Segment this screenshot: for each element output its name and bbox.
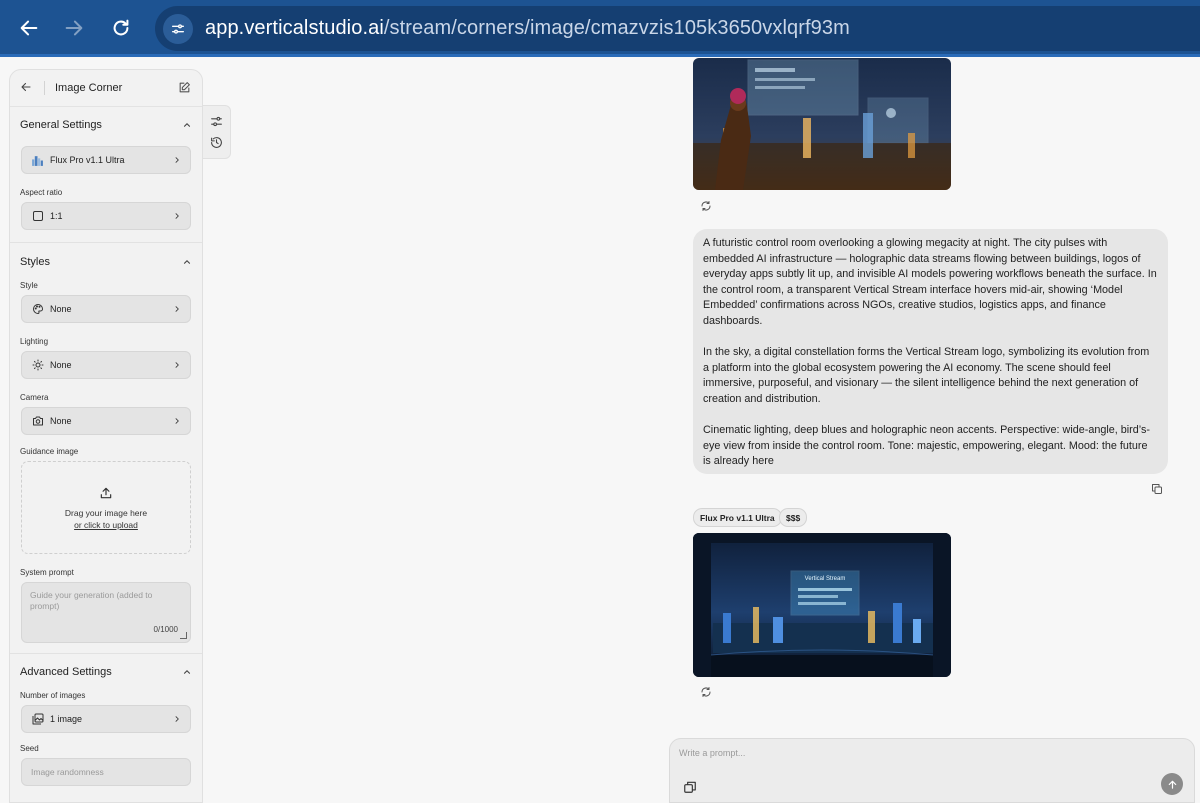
style-value: None xyxy=(50,304,72,314)
styles-toggle[interactable]: Styles xyxy=(10,245,202,279)
advanced-settings-heading: Advanced Settings xyxy=(20,666,112,678)
generated-image-1[interactable] xyxy=(693,58,951,190)
user-message: A futuristic control room overlooking a … xyxy=(693,229,1168,474)
palette-icon xyxy=(31,303,44,316)
number-of-images-select[interactable]: 1 image xyxy=(21,705,191,733)
seed-placeholder: Image randomness xyxy=(31,767,104,777)
resize-handle-icon[interactable] xyxy=(180,632,187,639)
upload-instructions: Drag your image here xyxy=(64,507,148,518)
message-paragraph: In the sky, a digital constellation form… xyxy=(703,346,1150,405)
lighting-value: None xyxy=(50,360,72,370)
seed-input[interactable]: Image randomness xyxy=(21,758,191,786)
message-paragraph: Cinematic lighting, deep blues and holog… xyxy=(703,424,1150,468)
side-toolbar xyxy=(203,105,231,159)
prompt-composer[interactable]: Write a prompt... xyxy=(669,738,1195,803)
edit-icon[interactable] xyxy=(178,81,192,95)
upload-link[interactable]: or click to upload xyxy=(74,520,138,530)
address-bar[interactable]: app.verticalstudio.ai/stream/corners/ima… xyxy=(155,6,1200,51)
chevron-right-icon xyxy=(175,213,179,219)
chevron-right-icon xyxy=(175,362,179,368)
character-count: 0/1000 xyxy=(153,625,178,635)
guidance-image-label: Guidance image xyxy=(20,447,79,456)
images-icon xyxy=(31,713,44,726)
forward-arrow-icon[interactable] xyxy=(58,12,90,44)
back-arrow-icon[interactable] xyxy=(13,12,45,44)
general-settings-heading: General Settings xyxy=(20,119,102,131)
aspect-ratio-select[interactable]: 1:1 xyxy=(21,202,191,230)
guidance-image-dropzone[interactable]: Drag your image here or click to upload xyxy=(21,461,191,554)
browser-toolbar: app.verticalstudio.ai/stream/corners/ima… xyxy=(0,0,1200,57)
system-prompt-placeholder: Guide your generation (added to prompt) xyxy=(30,590,153,612)
history-icon[interactable] xyxy=(210,136,223,149)
seed-label: Seed xyxy=(20,744,39,753)
style-label: Style xyxy=(20,281,38,290)
style-select[interactable]: None xyxy=(21,295,191,323)
chevron-right-icon xyxy=(175,306,179,312)
upload-icon xyxy=(100,487,112,498)
camera-select[interactable]: None xyxy=(21,407,191,435)
styles-heading: Styles xyxy=(20,256,50,268)
sidebar-header: Image Corner xyxy=(10,70,202,107)
camera-icon xyxy=(31,415,44,428)
number-of-images-label: Number of images xyxy=(20,691,86,700)
advanced-settings-toggle[interactable]: Advanced Settings xyxy=(10,655,202,689)
prompt-placeholder: Write a prompt... xyxy=(679,748,746,758)
sun-icon xyxy=(31,359,44,372)
model-select[interactable]: Flux Pro v1.1 Ultra xyxy=(21,146,191,174)
corner-title: Image Corner xyxy=(55,82,123,94)
chevron-up-icon xyxy=(183,123,191,127)
message-paragraph: A futuristic control room overlooking a … xyxy=(703,237,1157,327)
image-screen-text: Vertical Stream xyxy=(805,576,846,582)
number-of-images-value: 1 image xyxy=(50,714,83,724)
site-settings-icon[interactable] xyxy=(163,13,193,44)
regenerate-icon[interactable] xyxy=(700,686,712,698)
lighting-label: Lighting xyxy=(20,337,49,346)
chevron-right-icon xyxy=(175,716,179,722)
send-button[interactable] xyxy=(1161,773,1183,795)
system-prompt-input[interactable]: Guide your generation (added to prompt) … xyxy=(21,582,191,643)
chevron-right-icon xyxy=(175,418,179,424)
copy-icon[interactable] xyxy=(1151,483,1163,495)
attach-image-icon[interactable] xyxy=(683,780,697,794)
model-chip: Flux Pro v1.1 Ultra xyxy=(693,508,782,527)
model-value: Flux Pro v1.1 Ultra xyxy=(50,155,125,165)
chevron-up-icon xyxy=(183,260,191,264)
model-icon xyxy=(31,154,44,167)
aspect-ratio-value: 1:1 xyxy=(50,211,63,221)
generated-image-2[interactable]: Vertical Stream xyxy=(693,533,951,677)
header-divider xyxy=(44,81,45,95)
section-divider xyxy=(10,242,202,243)
camera-value: None xyxy=(50,416,72,426)
lighting-select[interactable]: None xyxy=(21,351,191,379)
back-arrow-icon[interactable] xyxy=(20,80,38,96)
url-text: app.verticalstudio.ai/stream/corners/ima… xyxy=(205,17,850,39)
section-divider xyxy=(10,653,202,654)
regenerate-icon[interactable] xyxy=(700,200,712,212)
reload-icon[interactable] xyxy=(105,12,137,44)
cost-chip: $$$ xyxy=(779,508,808,527)
sliders-icon[interactable] xyxy=(210,115,223,128)
aspect-ratio-label: Aspect ratio xyxy=(20,188,63,197)
arrow-up-icon xyxy=(1168,780,1176,789)
square-icon xyxy=(31,210,44,223)
camera-label: Camera xyxy=(20,393,49,402)
settings-sidebar: Image Corner General Settings Flux Pro v… xyxy=(9,69,203,803)
general-settings-toggle[interactable]: General Settings xyxy=(10,108,202,142)
system-prompt-label: System prompt xyxy=(20,568,74,577)
chevron-right-icon xyxy=(175,157,179,163)
chevron-up-icon xyxy=(183,670,191,674)
